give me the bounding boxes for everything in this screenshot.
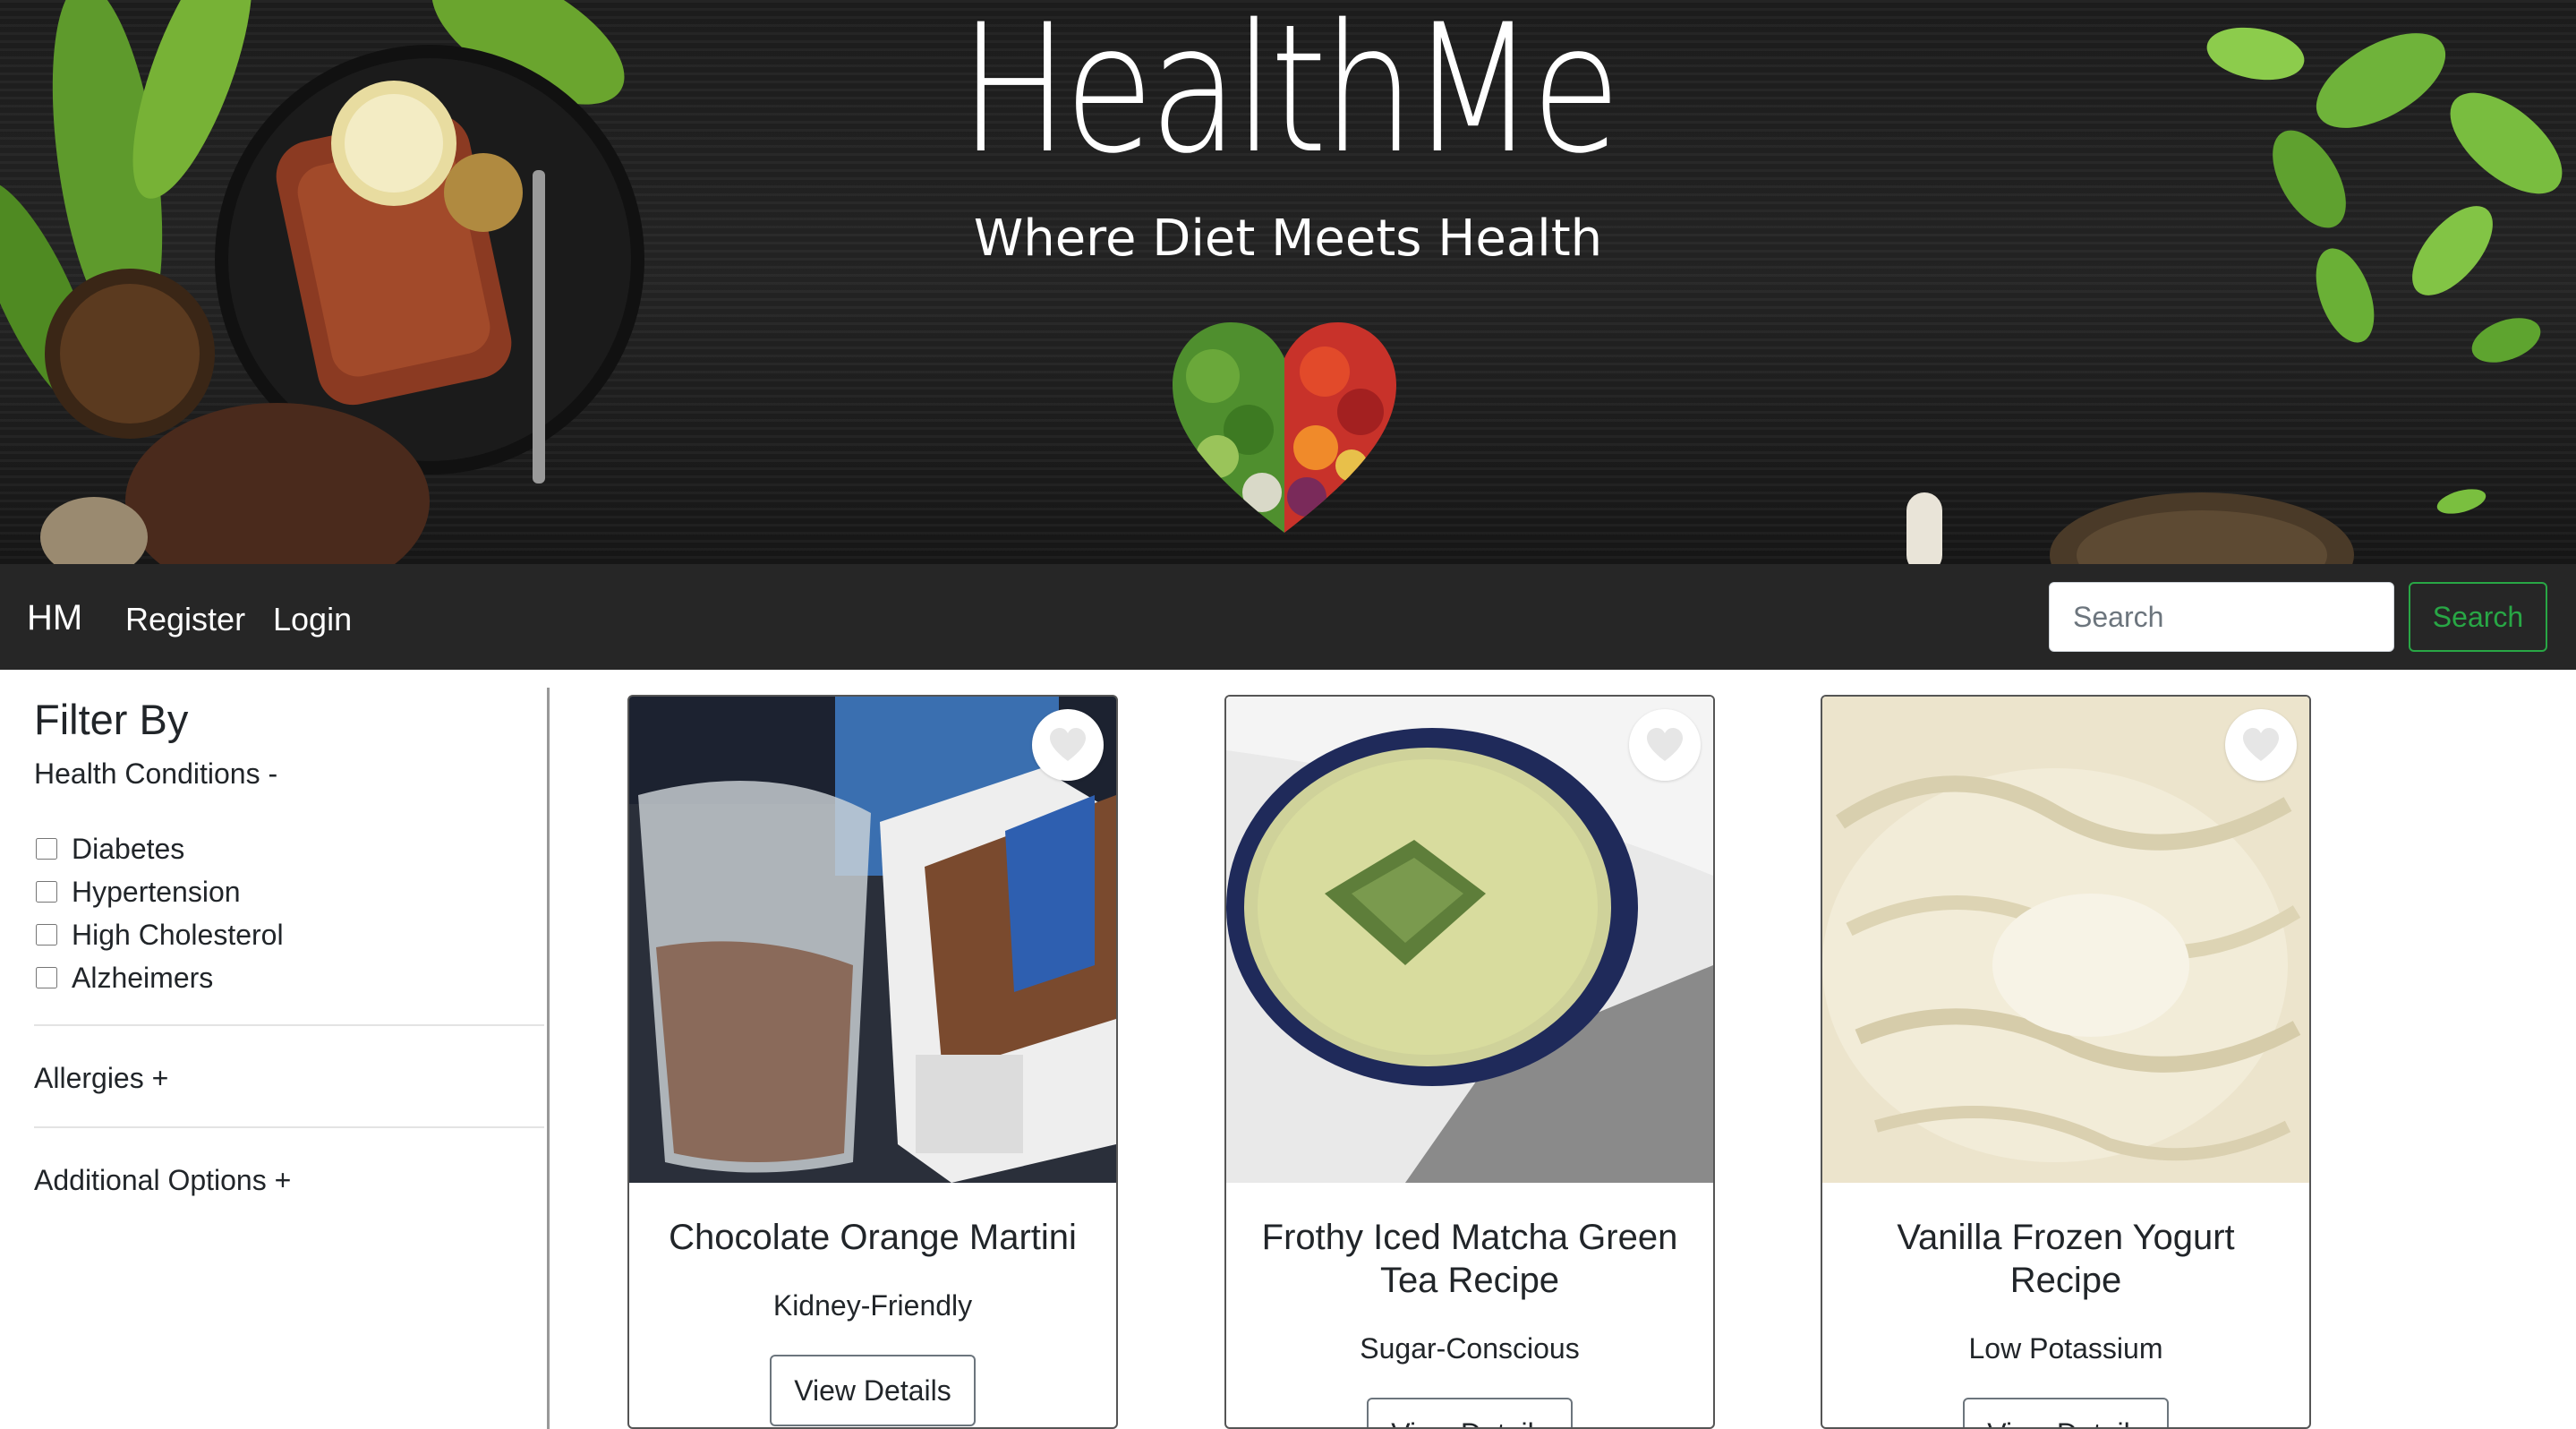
recipe-title: Frothy Iced Matcha Green Tea Recipe <box>1261 1218 1678 1300</box>
condition-label: High Cholesterol <box>72 918 284 951</box>
condition-option-hypertension[interactable]: Hypertension <box>34 870 284 913</box>
favorite-button[interactable] <box>2225 709 2297 781</box>
recipe-diet-tag: Kidney-Friendly <box>772 1289 973 1322</box>
hypertension-checkbox[interactable] <box>36 881 57 903</box>
search-input[interactable] <box>2049 582 2394 652</box>
site-title: HealthMe <box>960 0 1621 193</box>
condition-label: Hypertension <box>72 875 241 908</box>
brand-logo[interactable]: HM <box>27 596 82 639</box>
high-cholesterol-checkbox[interactable] <box>36 924 57 946</box>
condition-label: Diabetes <box>72 832 185 865</box>
alzheimers-checkbox[interactable] <box>36 967 57 988</box>
favorite-button[interactable] <box>1032 709 1104 781</box>
health-conditions-toggle[interactable]: Health Conditions - <box>34 756 277 792</box>
condition-option-high-cholesterol[interactable]: High Cholesterol <box>34 913 284 956</box>
site-tagline: Where Diet Meets Health <box>973 210 1603 268</box>
view-details-button[interactable]: View Details <box>770 1355 976 1426</box>
filter-sidebar: Filter By Health Conditions - Diabetes H… <box>0 688 550 1429</box>
recipe-card: Chocolate Orange Martini Kidney-Friendly… <box>627 695 1118 1429</box>
register-link[interactable]: Register <box>125 598 245 641</box>
search-button[interactable]: Search <box>2409 582 2547 652</box>
login-link[interactable]: Login <box>273 598 352 641</box>
heart-icon <box>2243 728 2279 761</box>
view-details-button[interactable]: View Details <box>1963 1398 2169 1427</box>
sidebar-divider <box>34 1126 544 1128</box>
recipe-card: Frothy Iced Matcha Green Tea Recipe Suga… <box>1224 695 1715 1429</box>
top-navbar: HM Register Login Search <box>0 564 2576 670</box>
additional-options-toggle[interactable]: Additional Options + <box>34 1162 291 1198</box>
view-details-button[interactable]: View Details <box>1367 1398 1573 1427</box>
heart-icon <box>1050 728 1086 761</box>
heart-vegetables-logo <box>1173 322 1396 533</box>
heart-icon <box>1647 728 1683 761</box>
recipe-diet-tag: Sugar-Conscious <box>1360 1332 1580 1365</box>
condition-label: Alzheimers <box>72 961 214 994</box>
recipe-title: Vanilla Frozen Yogurt Recipe <box>1897 1218 2235 1300</box>
hero-banner: HealthMe Where Diet Meets Health <box>0 0 2576 564</box>
recipe-title: Chocolate Orange Martini <box>669 1218 1077 1257</box>
diabetes-checkbox[interactable] <box>36 838 57 860</box>
health-conditions-list: Diabetes Hypertension High Cholesterol A… <box>34 827 284 999</box>
filter-heading: Filter By <box>34 696 189 743</box>
recipe-card: Vanilla Frozen Yogurt Recipe Low Potassi… <box>1821 695 2311 1429</box>
sidebar-divider <box>34 1024 544 1026</box>
recipe-diet-tag: Low Potassium <box>1968 1332 2163 1365</box>
allergies-toggle[interactable]: Allergies + <box>34 1060 168 1096</box>
favorite-button[interactable] <box>1629 709 1701 781</box>
condition-option-alzheimers[interactable]: Alzheimers <box>34 956 284 999</box>
condition-option-diabetes[interactable]: Diabetes <box>34 827 284 870</box>
